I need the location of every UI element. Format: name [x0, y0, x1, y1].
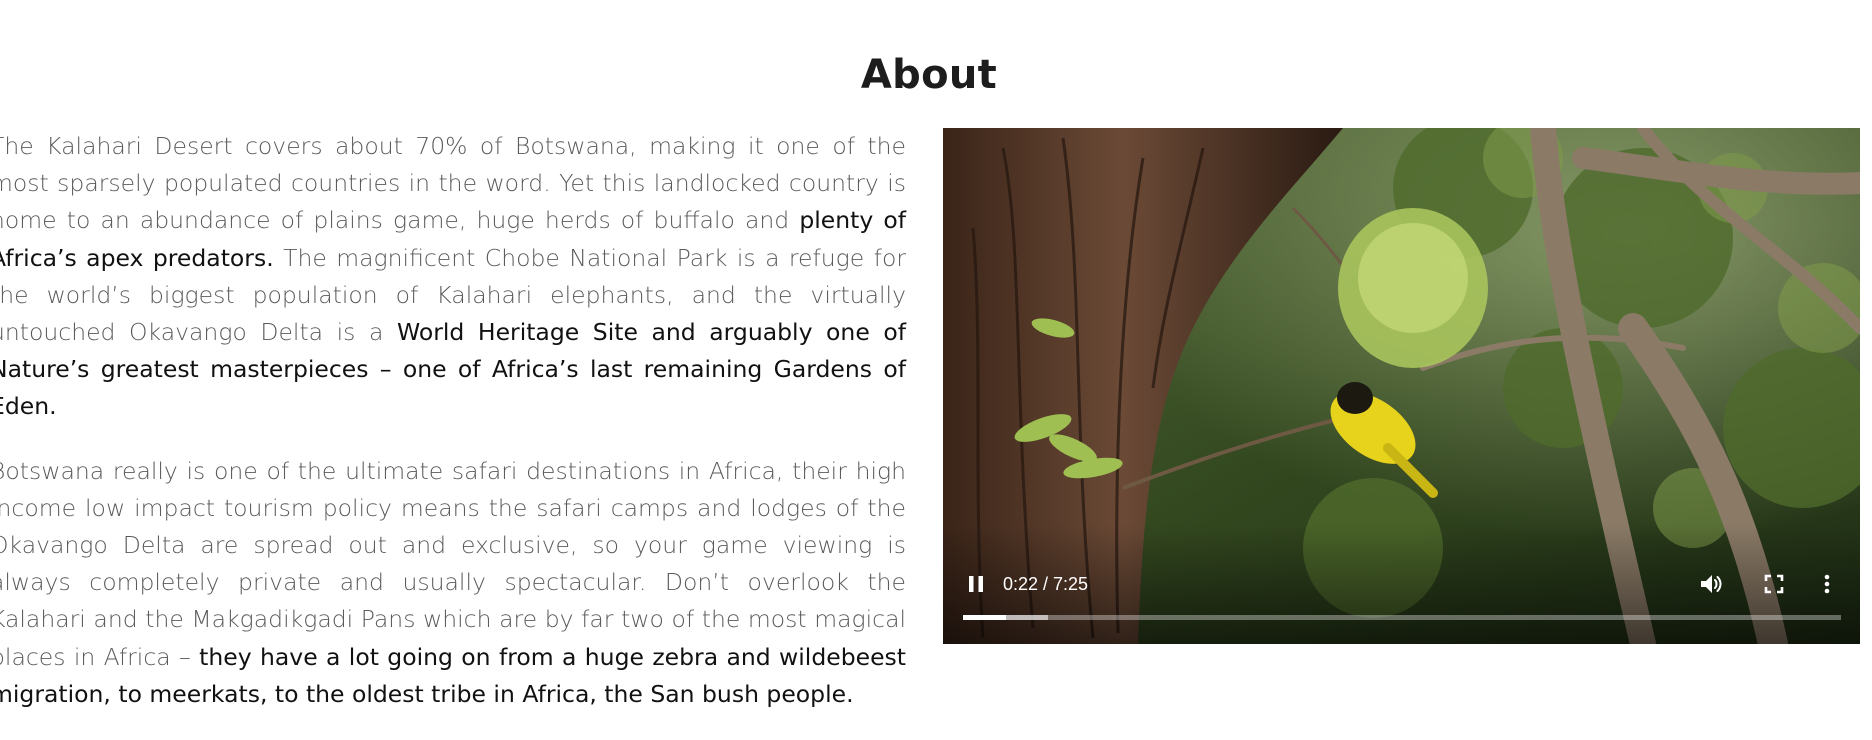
volume-icon: [1701, 575, 1722, 593]
progress-played: [963, 615, 1007, 620]
pause-button[interactable]: [963, 571, 989, 597]
fullscreen-icon: [1764, 574, 1784, 594]
pause-icon: [969, 576, 983, 592]
more-options-button[interactable]: [1819, 571, 1835, 597]
time-display: 0:22 / 7:25: [1003, 574, 1089, 594]
paragraph-2-text: Botswana really is one of the ultimate s…: [0, 456, 906, 671]
progress-bar[interactable]: [963, 615, 1841, 620]
paragraph-1-text-a: The Kalahari Desert covers about 70% of …: [0, 132, 906, 235]
volume-button[interactable]: [1698, 571, 1724, 597]
video-player[interactable]: 0:22 / 7:25: [943, 128, 1860, 644]
fullscreen-button[interactable]: [1761, 571, 1787, 597]
more-vert-icon: [1824, 574, 1830, 594]
paragraph-1: The Kalahari Desert covers about 70% of …: [0, 128, 906, 426]
about-text: The Kalahari Desert covers about 70% of …: [0, 128, 906, 740]
section-title: About: [860, 52, 998, 98]
paragraph-2: Botswana really is one of the ultimate s…: [0, 453, 906, 713]
